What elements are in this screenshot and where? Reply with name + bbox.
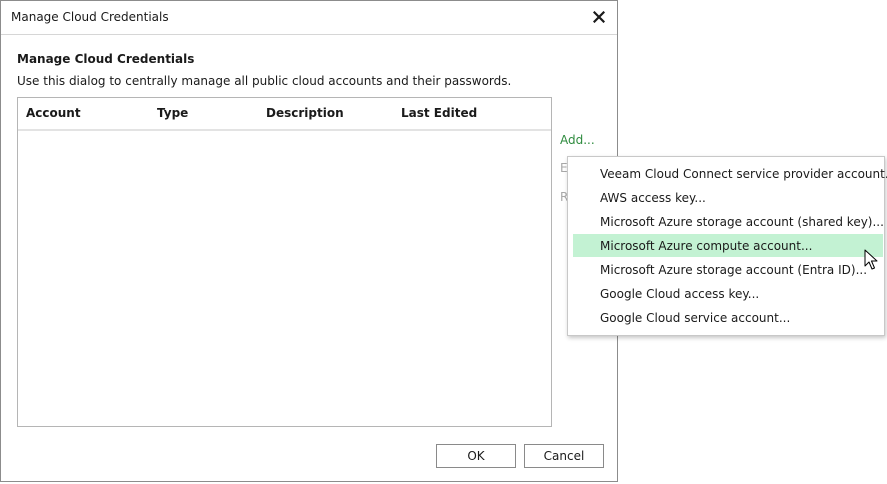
credentials-table[interactable]: Account Type Description Last Edited xyxy=(17,97,552,427)
section-heading: Manage Cloud Credentials xyxy=(17,52,195,66)
ok-button[interactable]: OK xyxy=(436,444,516,468)
close-button[interactable] xyxy=(589,7,609,27)
menu-item-veeam-cloud-connect[interactable]: Veeam Cloud Connect service provider acc… xyxy=(573,162,887,185)
menu-item-azure-compute[interactable]: Microsoft Azure compute account... xyxy=(573,234,883,257)
column-header-account[interactable]: Account xyxy=(26,106,81,120)
mouse-pointer-icon xyxy=(864,249,878,270)
table-header: Account Type Description Last Edited xyxy=(18,98,551,131)
column-header-type[interactable]: Type xyxy=(157,106,188,120)
menu-item-aws-access-key[interactable]: AWS access key... xyxy=(573,186,883,209)
manage-cloud-credentials-dialog: Manage Cloud Credentials Manage Cloud Cr… xyxy=(0,0,618,482)
menu-item-azure-storage-shared-key[interactable]: Microsoft Azure storage account (shared … xyxy=(573,210,884,233)
menu-item-google-cloud-service-account[interactable]: Google Cloud service account... xyxy=(573,306,883,329)
cancel-button[interactable]: Cancel xyxy=(524,444,604,468)
add-dropdown-menu: Veeam Cloud Connect service provider acc… xyxy=(567,156,887,336)
title-bar: Manage Cloud Credentials xyxy=(1,1,617,35)
column-header-last-edited[interactable]: Last Edited xyxy=(401,106,477,120)
close-icon xyxy=(593,11,605,23)
section-description: Use this dialog to centrally manage all … xyxy=(17,74,512,88)
window-title: Manage Cloud Credentials xyxy=(11,10,169,24)
menu-item-google-cloud-access-key[interactable]: Google Cloud access key... xyxy=(573,282,883,305)
menu-item-azure-storage-entra-id[interactable]: Microsoft Azure storage account (Entra I… xyxy=(573,258,883,281)
column-header-description[interactable]: Description xyxy=(266,106,344,120)
add-link[interactable]: Add... xyxy=(560,133,595,147)
